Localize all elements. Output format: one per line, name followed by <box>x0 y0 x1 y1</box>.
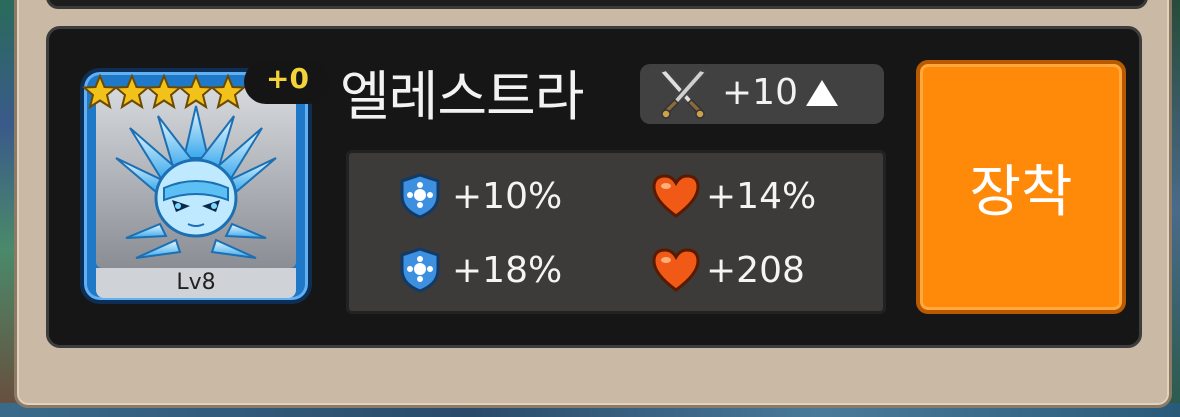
star-icon <box>82 74 118 110</box>
previous-hero-card <box>46 0 1148 9</box>
hero-name: 엘레스트라 <box>340 65 584 128</box>
plus-level-text: +0 <box>266 62 309 95</box>
heart-icon <box>652 248 700 292</box>
stat-value: +208 <box>706 250 805 291</box>
star-icon <box>114 74 150 110</box>
stat-value: +10% <box>452 176 563 217</box>
stat-value: +14% <box>706 176 817 217</box>
hero-level: Lv8 <box>96 268 296 298</box>
weapon-enhance-level: +10 <box>722 72 798 113</box>
star-icon <box>146 74 182 110</box>
crossed-swords-icon <box>658 68 708 119</box>
hero-portrait-image <box>96 88 296 268</box>
equip-button[interactable]: 장착 <box>916 60 1126 314</box>
heart-icon <box>652 174 700 218</box>
star-icon <box>178 74 214 110</box>
up-triangle-icon <box>806 80 838 106</box>
shield-icon <box>400 247 440 293</box>
ice-spirit-icon <box>115 105 277 259</box>
shield-icon <box>400 173 440 219</box>
stat-value: +18% <box>452 250 563 291</box>
star-icon <box>210 74 246 110</box>
